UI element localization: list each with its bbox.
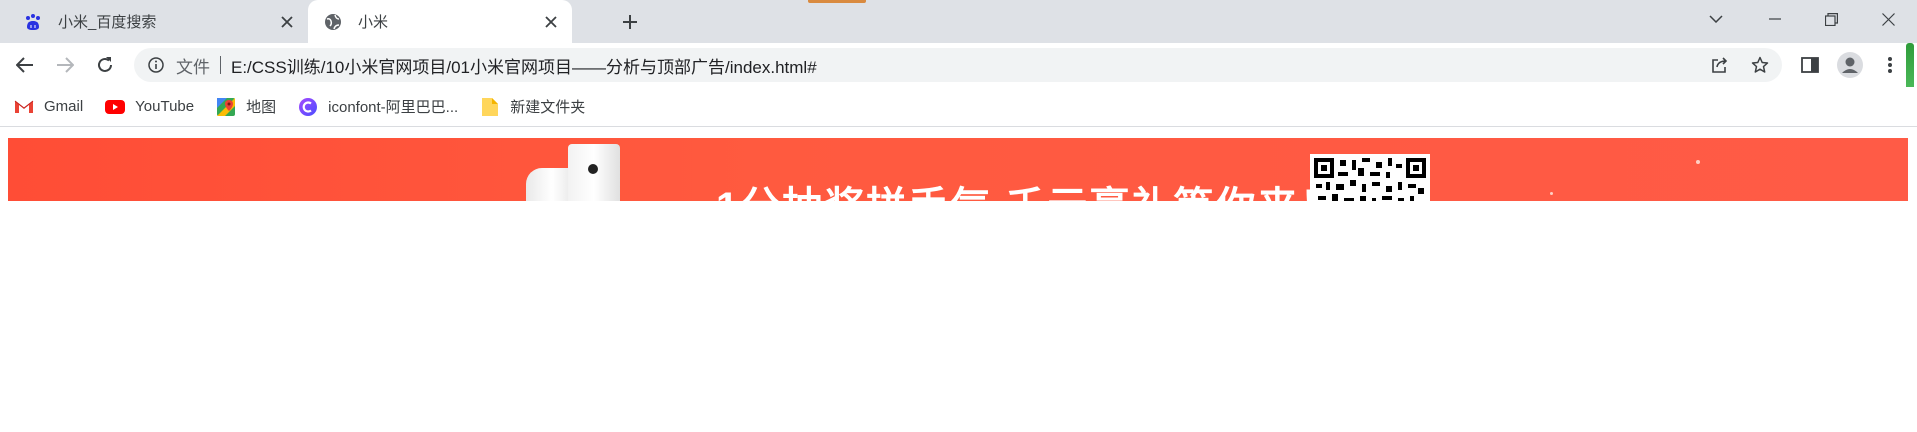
maps-pin-icon [216, 97, 236, 117]
bookmark-label: YouTube [135, 98, 195, 115]
profile-avatar-icon [1837, 52, 1863, 78]
iconfont-icon [298, 97, 318, 117]
banner-headline: 1分抽奖拼手气 千元豪礼等你来！ [716, 174, 1341, 201]
bookmark-gmail[interactable]: Gmail [14, 93, 83, 121]
address-url[interactable]: E:/CSS训练/10小米官网项目/01小米官网项目——分析与顶部广告/inde… [231, 53, 817, 78]
kebab-menu-icon [1887, 56, 1893, 74]
globe-icon [322, 11, 344, 33]
profile-button[interactable] [1836, 51, 1864, 79]
browser-toolbar: 文件 E:/CSS训练/10小米官网项目/01小米官网项目——分析与顶部广告/i… [0, 43, 1917, 103]
tab-title: 小米 [358, 14, 389, 31]
bookmark-maps[interactable]: 地图 [216, 93, 276, 121]
address-bar[interactable]: 文件 E:/CSS训练/10小米官网项目/01小米官网项目——分析与顶部广告/i… [134, 48, 1782, 82]
share-button[interactable] [1706, 51, 1734, 79]
bookmark-label: Gmail [44, 98, 84, 115]
minimize-icon [1769, 18, 1781, 20]
star-icon [1751, 56, 1769, 74]
close-icon [1881, 12, 1895, 26]
bookmark-iconfont[interactable]: iconfont-阿里巴巴... [298, 93, 458, 121]
tab-xiaomi[interactable]: 小米 [308, 0, 572, 43]
share-icon [1711, 56, 1729, 74]
bookmark-star-button[interactable] [1746, 51, 1774, 79]
banner-sparkle [1550, 192, 1553, 195]
restore-icon [1824, 12, 1838, 26]
side-panel-icon [1801, 57, 1819, 73]
minimize-button[interactable] [1747, 0, 1803, 38]
plus-icon [622, 14, 638, 30]
info-circle-icon[interactable] [146, 55, 166, 75]
bookmark-label: 新建文件夹 [510, 99, 586, 116]
tab-title: 小米_百度搜索 [58, 14, 157, 31]
top-ad-banner[interactable]: 1分抽奖拼手气 千元豪礼等你来！ [8, 138, 1908, 201]
product-image-purifier [568, 144, 620, 201]
browser-menu-button[interactable] [1876, 51, 1904, 79]
bookmark-folder[interactable]: 新建文件夹 [480, 93, 585, 121]
address-scheme-label: 文件 [176, 57, 210, 77]
restore-button[interactable] [1803, 0, 1859, 38]
banner-sparkle [1696, 160, 1700, 164]
back-button[interactable] [9, 49, 41, 81]
tab-search-button[interactable] [1688, 0, 1744, 38]
bookmark-youtube[interactable]: YouTube [105, 93, 194, 121]
baidu-paw-icon [22, 11, 44, 33]
tab-strip-highlight [808, 0, 866, 3]
reload-button[interactable] [89, 49, 121, 81]
forward-button[interactable] [49, 49, 81, 81]
bookmark-label: iconfont-阿里巴巴... [328, 99, 459, 116]
folder-icon [480, 97, 500, 117]
tab-close-icon[interactable] [538, 9, 564, 35]
page-viewport: 1分抽奖拼手气 千元豪礼等你来！ [0, 128, 1917, 432]
arrow-right-icon [56, 57, 74, 73]
tab-baidu-search[interactable]: 小米_百度搜索 [8, 0, 308, 43]
window-close-button[interactable] [1860, 0, 1916, 38]
qr-code-image [1310, 154, 1430, 201]
reload-icon [96, 56, 114, 74]
side-panel-button[interactable] [1796, 51, 1824, 79]
bookmarks-bar: Gmail YouTube 地图 iconfont-阿里巴巴... 新建文件夹 [0, 87, 1917, 127]
new-tab-button[interactable] [616, 8, 644, 36]
tab-strip: 小米_百度搜索 小米 [0, 0, 1917, 43]
tab-close-icon[interactable] [274, 9, 300, 35]
gmail-icon [14, 97, 34, 117]
chevron-down-icon [1709, 15, 1723, 23]
address-divider [220, 56, 221, 74]
bookmark-label: 地图 [246, 99, 277, 116]
arrow-left-icon [16, 57, 34, 73]
youtube-icon [105, 97, 126, 117]
